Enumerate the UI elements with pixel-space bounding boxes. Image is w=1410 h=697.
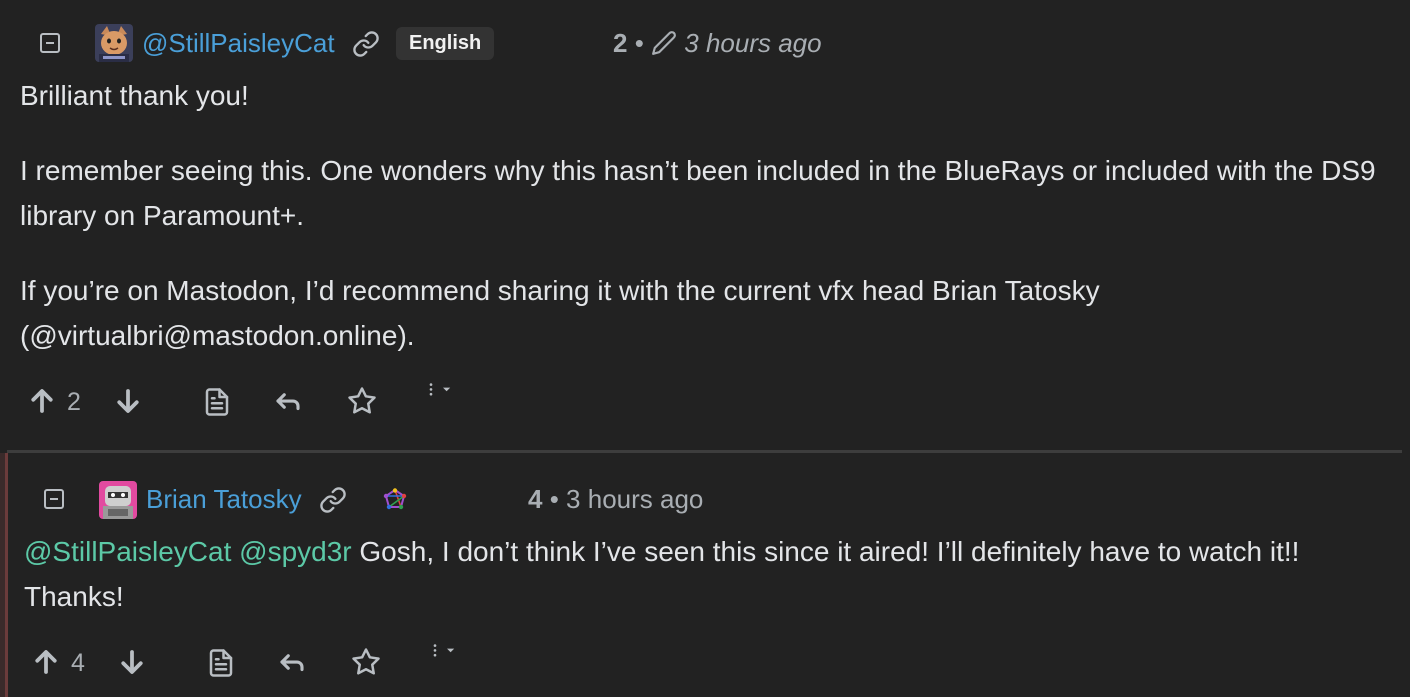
pencil-icon <box>651 30 677 56</box>
paragraph: If you’re on Mastodon, I’d recommend sha… <box>20 275 1100 351</box>
reply-button[interactable] <box>273 386 303 416</box>
mention-link[interactable]: @spyd3r <box>239 536 351 567</box>
view-source-button[interactable] <box>202 387 232 417</box>
downvote-button[interactable] <box>113 386 143 416</box>
avatar[interactable] <box>99 481 137 519</box>
collapse-toggle[interactable] <box>44 489 64 509</box>
comment-body: Brilliant thank you! I remember seeing t… <box>20 73 1390 358</box>
upvote-count: 4 <box>71 649 85 677</box>
paragraph: @StillPaisleyCat @spyd3r Gosh, I don’t t… <box>24 529 1404 619</box>
link-icon[interactable] <box>352 30 380 58</box>
username-link[interactable]: Brian Tatosky <box>146 484 302 515</box>
mention-link[interactable]: @StillPaisleyCat <box>24 536 231 567</box>
comment-body: @StillPaisleyCat @spyd3r Gosh, I don’t t… <box>24 529 1404 619</box>
upvote-button[interactable] <box>31 647 61 677</box>
more-actions-button[interactable] <box>422 375 472 405</box>
dot-separator: • <box>634 28 644 58</box>
paragraph: Brilliant thank you! <box>20 80 249 111</box>
save-button[interactable] <box>347 386 377 416</box>
upvote-count: 2 <box>67 388 81 416</box>
reply-button[interactable] <box>277 647 307 677</box>
timestamp[interactable]: 3 hours ago <box>684 28 821 58</box>
comment-meta: 4 • 3 hours ago <box>528 484 703 515</box>
save-button[interactable] <box>351 647 381 677</box>
view-source-button[interactable] <box>206 648 236 678</box>
downvote-button[interactable] <box>117 647 147 677</box>
username-link[interactable]: @StillPaisleyCat <box>142 28 335 59</box>
comment: @StillPaisleyCat English 2 • 3 hours ago… <box>0 0 1410 450</box>
avatar[interactable] <box>95 24 133 62</box>
comment-meta: 2 • 3 hours ago <box>613 28 822 59</box>
more-actions-button[interactable] <box>426 636 476 666</box>
timestamp[interactable]: 3 hours ago <box>566 484 703 514</box>
language-badge: English <box>396 27 495 60</box>
paragraph: I remember seeing this. One wonders why … <box>20 155 1376 231</box>
upvote-button[interactable] <box>27 386 57 416</box>
dot-separator: • <box>549 484 559 514</box>
link-icon[interactable] <box>319 486 347 514</box>
score: 4 <box>528 484 543 514</box>
comment-reply: Brian Tatosky 4 • 3 hours ago @StillPais… <box>0 453 1410 697</box>
score: 2 <box>613 28 628 58</box>
collapse-toggle[interactable] <box>40 33 60 53</box>
fediverse-icon <box>383 488 407 512</box>
